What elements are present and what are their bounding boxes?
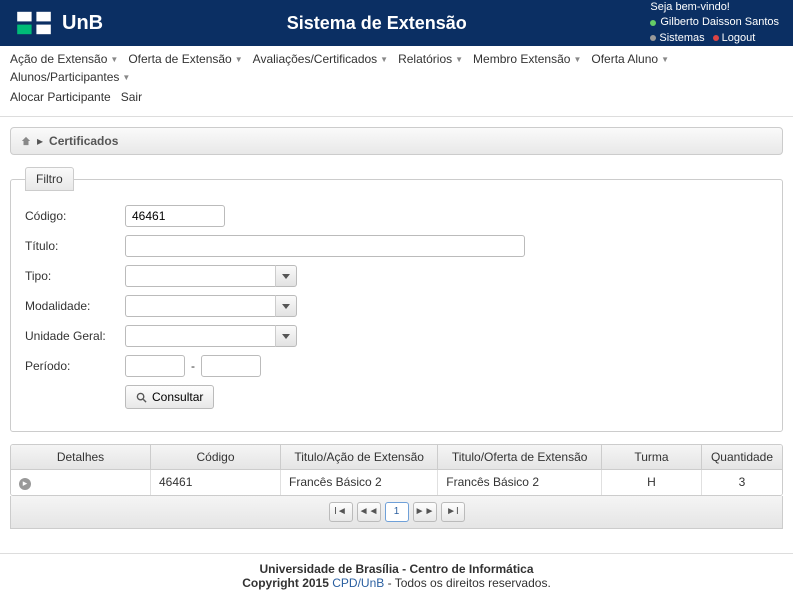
sistemas-icon (650, 35, 656, 41)
sistemas-link[interactable]: Sistemas (650, 31, 704, 46)
label-unidade: Unidade Geral: (25, 329, 125, 343)
dropdown-unidade-button[interactable] (275, 325, 297, 347)
menu-sair[interactable]: Sair (121, 90, 142, 104)
col-detalhes[interactable]: Detalhes (11, 445, 151, 470)
label-periodo: Período: (25, 359, 125, 373)
cell-codigo: 46461 (151, 470, 281, 495)
menu-avaliacoes-certificados[interactable]: Avaliações/Certificados▼ (253, 52, 388, 66)
menu-oferta-extensao[interactable]: Oferta de Extensão▼ (128, 52, 242, 66)
footer-separator (0, 553, 793, 554)
chevron-down-icon: ▼ (235, 55, 243, 64)
chevron-down-icon: ▼ (380, 55, 388, 64)
chevron-down-icon: ▼ (122, 73, 130, 82)
input-codigo[interactable] (125, 205, 225, 227)
results-table: Detalhes Código Titulo/Ação de Extensão … (10, 444, 783, 496)
user-name: Gilberto Daisson Santos (660, 15, 779, 30)
footer-link-cpd[interactable]: CPD/UnB (332, 576, 384, 590)
cell-titulo-acao: Francês Básico 2 (281, 470, 438, 495)
chevron-down-icon (282, 334, 290, 339)
chevron-down-icon: ▼ (110, 55, 118, 64)
input-periodo-inicio[interactable] (125, 355, 185, 377)
page-number-button[interactable]: 1 (385, 502, 409, 522)
user-box: Seja bem-vindo! Gilberto Daisson Santos … (650, 0, 779, 46)
brand: UnB (14, 8, 103, 38)
dropdown-tipo-button[interactable] (275, 265, 297, 287)
label-titulo: Título: (25, 239, 125, 253)
consultar-button[interactable]: Consultar (125, 385, 214, 409)
footer: Universidade de Brasília - Centro de Inf… (0, 562, 793, 600)
paginator: I◄ ◄◄ 1 ►► ►I (10, 496, 783, 529)
col-turma[interactable]: Turma (602, 445, 702, 470)
breadcrumb-separator: ▸ (37, 134, 43, 148)
user-status-icon (650, 20, 656, 26)
search-icon (136, 392, 147, 403)
chevron-down-icon: ▼ (661, 55, 669, 64)
menu-membro-extensao[interactable]: Membro Extensão▼ (473, 52, 581, 66)
chevron-down-icon (282, 274, 290, 279)
breadcrumb-current: Certificados (49, 134, 118, 148)
welcome-text: Seja bem-vindo! (650, 0, 779, 15)
chevron-down-icon (282, 304, 290, 309)
menu-alunos-participantes[interactable]: Alunos/Participantes▼ (10, 70, 130, 84)
label-codigo: Código: (25, 209, 125, 223)
breadcrumb: ▸ Certificados (10, 127, 783, 155)
footer-org: Universidade de Brasília - Centro de Inf… (0, 562, 793, 576)
menu-alocar-participante[interactable]: Alocar Participante (10, 90, 111, 104)
logout-icon (713, 35, 719, 41)
app-title: Sistema de Extensão (103, 13, 650, 34)
input-unidade[interactable] (125, 325, 275, 347)
menu-oferta-aluno[interactable]: Oferta Aluno▼ (591, 52, 669, 66)
cell-titulo-oferta: Francês Básico 2 (438, 470, 602, 495)
label-tipo: Tipo: (25, 269, 125, 283)
input-titulo[interactable] (125, 235, 525, 257)
brand-text: UnB (62, 12, 103, 35)
footer-copyright: Copyright 2015 CPD/UnB - Todos os direit… (0, 576, 793, 590)
label-modalidade: Modalidade: (25, 299, 125, 313)
page-next-button[interactable]: ►► (413, 502, 437, 522)
cell-quantidade: 3 (702, 470, 782, 495)
page-first-button[interactable]: I◄ (329, 502, 353, 522)
chevron-down-icon: ▼ (455, 55, 463, 64)
menu-acao-extensao[interactable]: Ação de Extensão▼ (10, 52, 118, 66)
col-codigo[interactable]: Código (151, 445, 281, 470)
filter-panel: Filtro Código: Título: Tipo: Modalidade:… (10, 167, 783, 432)
logout-link[interactable]: Logout (713, 31, 756, 46)
input-periodo-fim[interactable] (201, 355, 261, 377)
input-modalidade[interactable] (125, 295, 275, 317)
periodo-separator: - (191, 359, 195, 373)
filter-legend: Filtro (25, 167, 74, 191)
dropdown-modalidade-button[interactable] (275, 295, 297, 317)
menubar: Ação de Extensão▼ Oferta de Extensão▼ Av… (0, 46, 793, 117)
menu-relatorios[interactable]: Relatórios▼ (398, 52, 463, 66)
page-last-button[interactable]: ►I (441, 502, 465, 522)
cell-turma: H (602, 470, 702, 495)
col-titulo-acao[interactable]: Titulo/Ação de Extensão (281, 445, 438, 470)
unb-logo-icon (14, 8, 54, 38)
table-header-row: Detalhes Código Titulo/Ação de Extensão … (11, 445, 782, 470)
input-tipo[interactable] (125, 265, 275, 287)
table-row: ▸46461Francês Básico 2Francês Básico 2H3 (11, 470, 782, 495)
home-icon[interactable] (21, 136, 31, 146)
col-titulo-oferta[interactable]: Titulo/Oferta de Extensão (438, 445, 602, 470)
app-header: UnB Sistema de Extensão Seja bem-vindo! … (0, 0, 793, 46)
col-quantidade[interactable]: Quantidade (702, 445, 782, 470)
expand-row-icon[interactable]: ▸ (19, 478, 31, 490)
page-prev-button[interactable]: ◄◄ (357, 502, 381, 522)
chevron-down-icon: ▼ (573, 55, 581, 64)
